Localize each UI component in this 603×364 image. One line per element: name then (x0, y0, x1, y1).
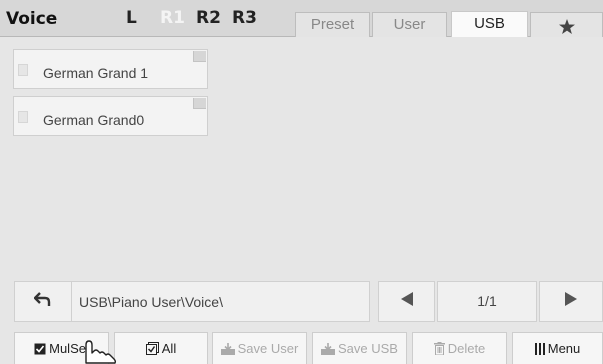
list-item[interactable]: German Grand0 (13, 96, 208, 136)
tab-user[interactable]: User (372, 12, 447, 37)
page-indicator: 1/1 (437, 281, 537, 322)
path-text: USB\Piano User\Voice\ (79, 294, 223, 310)
tab-usb[interactable]: USB (451, 11, 528, 37)
part-r1[interactable]: R1 (160, 8, 185, 28)
checkbox-icon (34, 343, 46, 355)
save-user-button[interactable]: Save User (212, 332, 307, 364)
delete-button[interactable]: Delete (412, 332, 507, 364)
page-number: 1/1 (477, 293, 497, 309)
file-icon (18, 111, 28, 123)
save-user-icon (220, 342, 235, 355)
hand-cursor-icon (76, 337, 130, 364)
voice-name: German Grand0 (43, 112, 145, 128)
save-user-label: Save User (237, 341, 299, 356)
tab-favorites[interactable] (530, 12, 603, 37)
menu-icon (534, 342, 545, 355)
list-item[interactable]: German Grand 1 (13, 49, 208, 89)
save-usb-icon (321, 342, 335, 355)
select-corner (193, 51, 206, 62)
back-arrow-icon (33, 291, 52, 312)
back-button[interactable] (15, 282, 72, 321)
prev-page-button[interactable] (378, 281, 435, 322)
part-r3[interactable]: R3 (232, 8, 257, 28)
checkbox-multi-icon (145, 342, 159, 355)
menu-label: Menu (547, 341, 581, 356)
header-bar: Voice L R1 R2 R3 Preset User USB (0, 0, 603, 37)
path-bar: USB\Piano User\Voice\ (14, 281, 370, 322)
delete-label: Delete (447, 341, 486, 356)
tab-preset[interactable]: Preset (295, 12, 370, 37)
triangle-right-icon (565, 292, 577, 311)
menu-button[interactable]: Menu (512, 332, 603, 364)
save-usb-button[interactable]: Save USB (312, 332, 407, 364)
voice-name: German Grand 1 (43, 65, 149, 81)
part-r2[interactable]: R2 (196, 8, 221, 28)
star-icon (558, 18, 575, 42)
save-usb-label: Save USB (338, 341, 398, 356)
triangle-left-icon (400, 292, 413, 311)
all-label: All (161, 341, 177, 356)
part-l[interactable]: L (126, 8, 137, 28)
file-icon (18, 64, 28, 76)
trash-icon (433, 342, 445, 355)
select-corner (193, 98, 206, 109)
page-title: Voice (6, 9, 58, 29)
next-page-button[interactable] (539, 281, 603, 322)
